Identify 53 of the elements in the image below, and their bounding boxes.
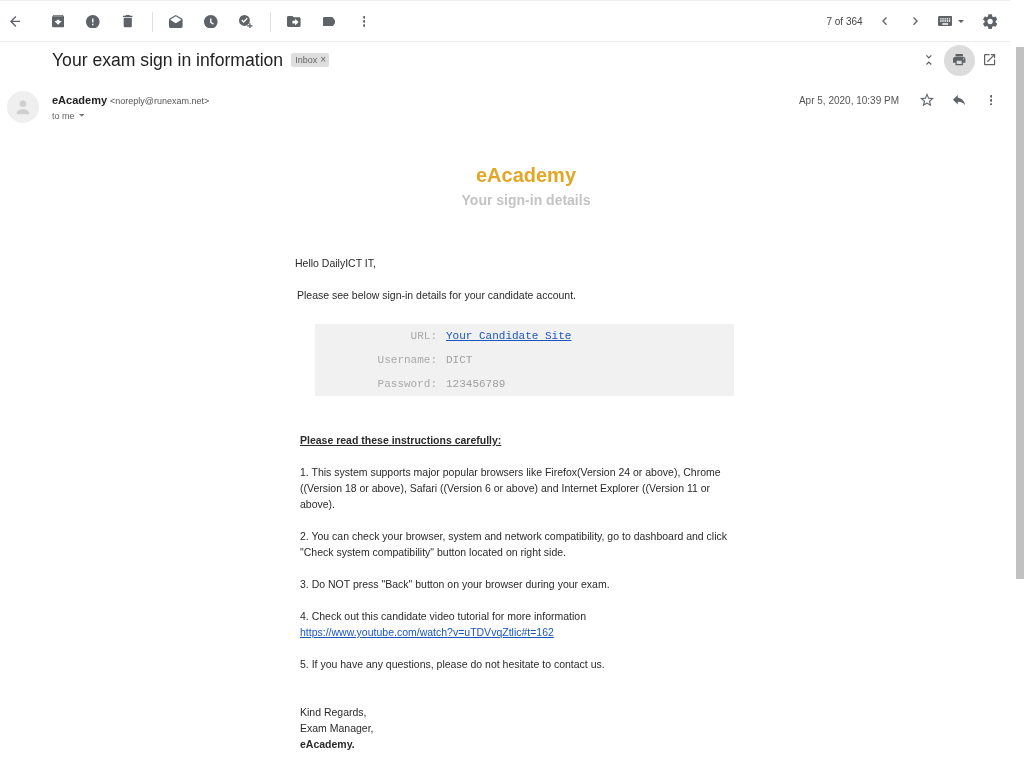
credential-link[interactable]: Your Candidate Site (446, 328, 572, 344)
intro-text: Please see below sign-in details for your candidate account. (296, 288, 577, 303)
star-icon[interactable] (920, 93, 934, 107)
signature-text: eAcademy. (300, 737, 356, 752)
check-plus-icon[interactable] (239, 14, 253, 29)
chevron-right-icon[interactable] (913, 17, 919, 26)
print-button[interactable] (944, 44, 975, 76)
printer-icon (953, 54, 966, 66)
credential-label: URL: (409, 329, 437, 344)
instruction-text: 2. You can check your browser, system and network compatibility, go to dashboard and click "Check system compatibility" button located on right side. (300, 529, 729, 560)
scrollbar[interactable] (1016, 47, 1024, 579)
pager-count: 7 of 364 (826, 16, 863, 27)
signature-text: Exam Manager, (300, 721, 375, 736)
instructions-heading: Please read these instructions carefully: (299, 433, 502, 448)
instruction-text: 3. Do NOT press "Back" button on your browser during your exam. (300, 577, 611, 592)
greeting-text: Hello DailyICT IT, (295, 256, 377, 271)
credential-value: 123456789 (446, 377, 506, 392)
envelope-icon[interactable] (169, 15, 183, 28)
sender-email: <noreply@runexam.net> (110, 96, 210, 106)
reply-icon[interactable] (952, 94, 966, 106)
clock-icon[interactable] (204, 14, 218, 29)
more-vert-icon[interactable] (362, 16, 366, 27)
label-icon[interactable] (322, 16, 336, 27)
video-link[interactable]: https://www.youtube.com/watch?v=uTDVvqZtlic#t=162 (300, 626, 554, 638)
collapse-icon (926, 55, 932, 65)
instruction-text: 1. This system supports major popular browsers like Firefox(Version 24 or above), Chrome ((Version 18 or above), Safari ((Version 6 or above) and Internet Explorer ((Version 11 or above). (300, 465, 722, 512)
sender-name: eAcademy (52, 94, 108, 106)
credential-label: Password: (376, 377, 437, 392)
credential-value: DICT (446, 353, 473, 368)
archive-icon[interactable] (51, 15, 65, 28)
trash-icon[interactable] (123, 15, 133, 28)
instruction-text: 4. Check out this candidate video tutorial for more information https://www.youtube.com/watch?v=uTDVvqZtlic#t=162 (300, 609, 587, 640)
more-vert-icon[interactable] (989, 94, 993, 106)
settings-icon[interactable] (982, 13, 998, 30)
email-heading: Your sign-in details (461, 191, 591, 209)
chevron-left-icon[interactable] (882, 17, 888, 26)
caret-icon[interactable] (958, 20, 964, 23)
keyboard-icon[interactable] (937, 16, 952, 27)
popout-icon (984, 54, 996, 66)
brand-title: eAcademy (475, 163, 577, 187)
alert-icon[interactable] (86, 14, 100, 29)
label-text: Inbox (295, 55, 318, 65)
message-date: Apr 5, 2020, 10:39 PM (798, 94, 899, 106)
back-arrow-icon[interactable] (9, 16, 21, 27)
avatar-icon (7, 91, 39, 123)
folder-arrow-icon[interactable] (287, 16, 301, 27)
credential-label: Username: (376, 353, 437, 368)
caret-icon (78, 114, 84, 117)
instruction-text: 5. If you have any questions, please do not hesitate to contact us. (300, 657, 606, 672)
message-subject: Your exam sign in information (52, 49, 284, 71)
remove-label-button[interactable]: × (320, 54, 326, 66)
recipients-dropdown[interactable]: to me (52, 109, 84, 122)
signature-text: Kind Regards, (300, 705, 368, 720)
